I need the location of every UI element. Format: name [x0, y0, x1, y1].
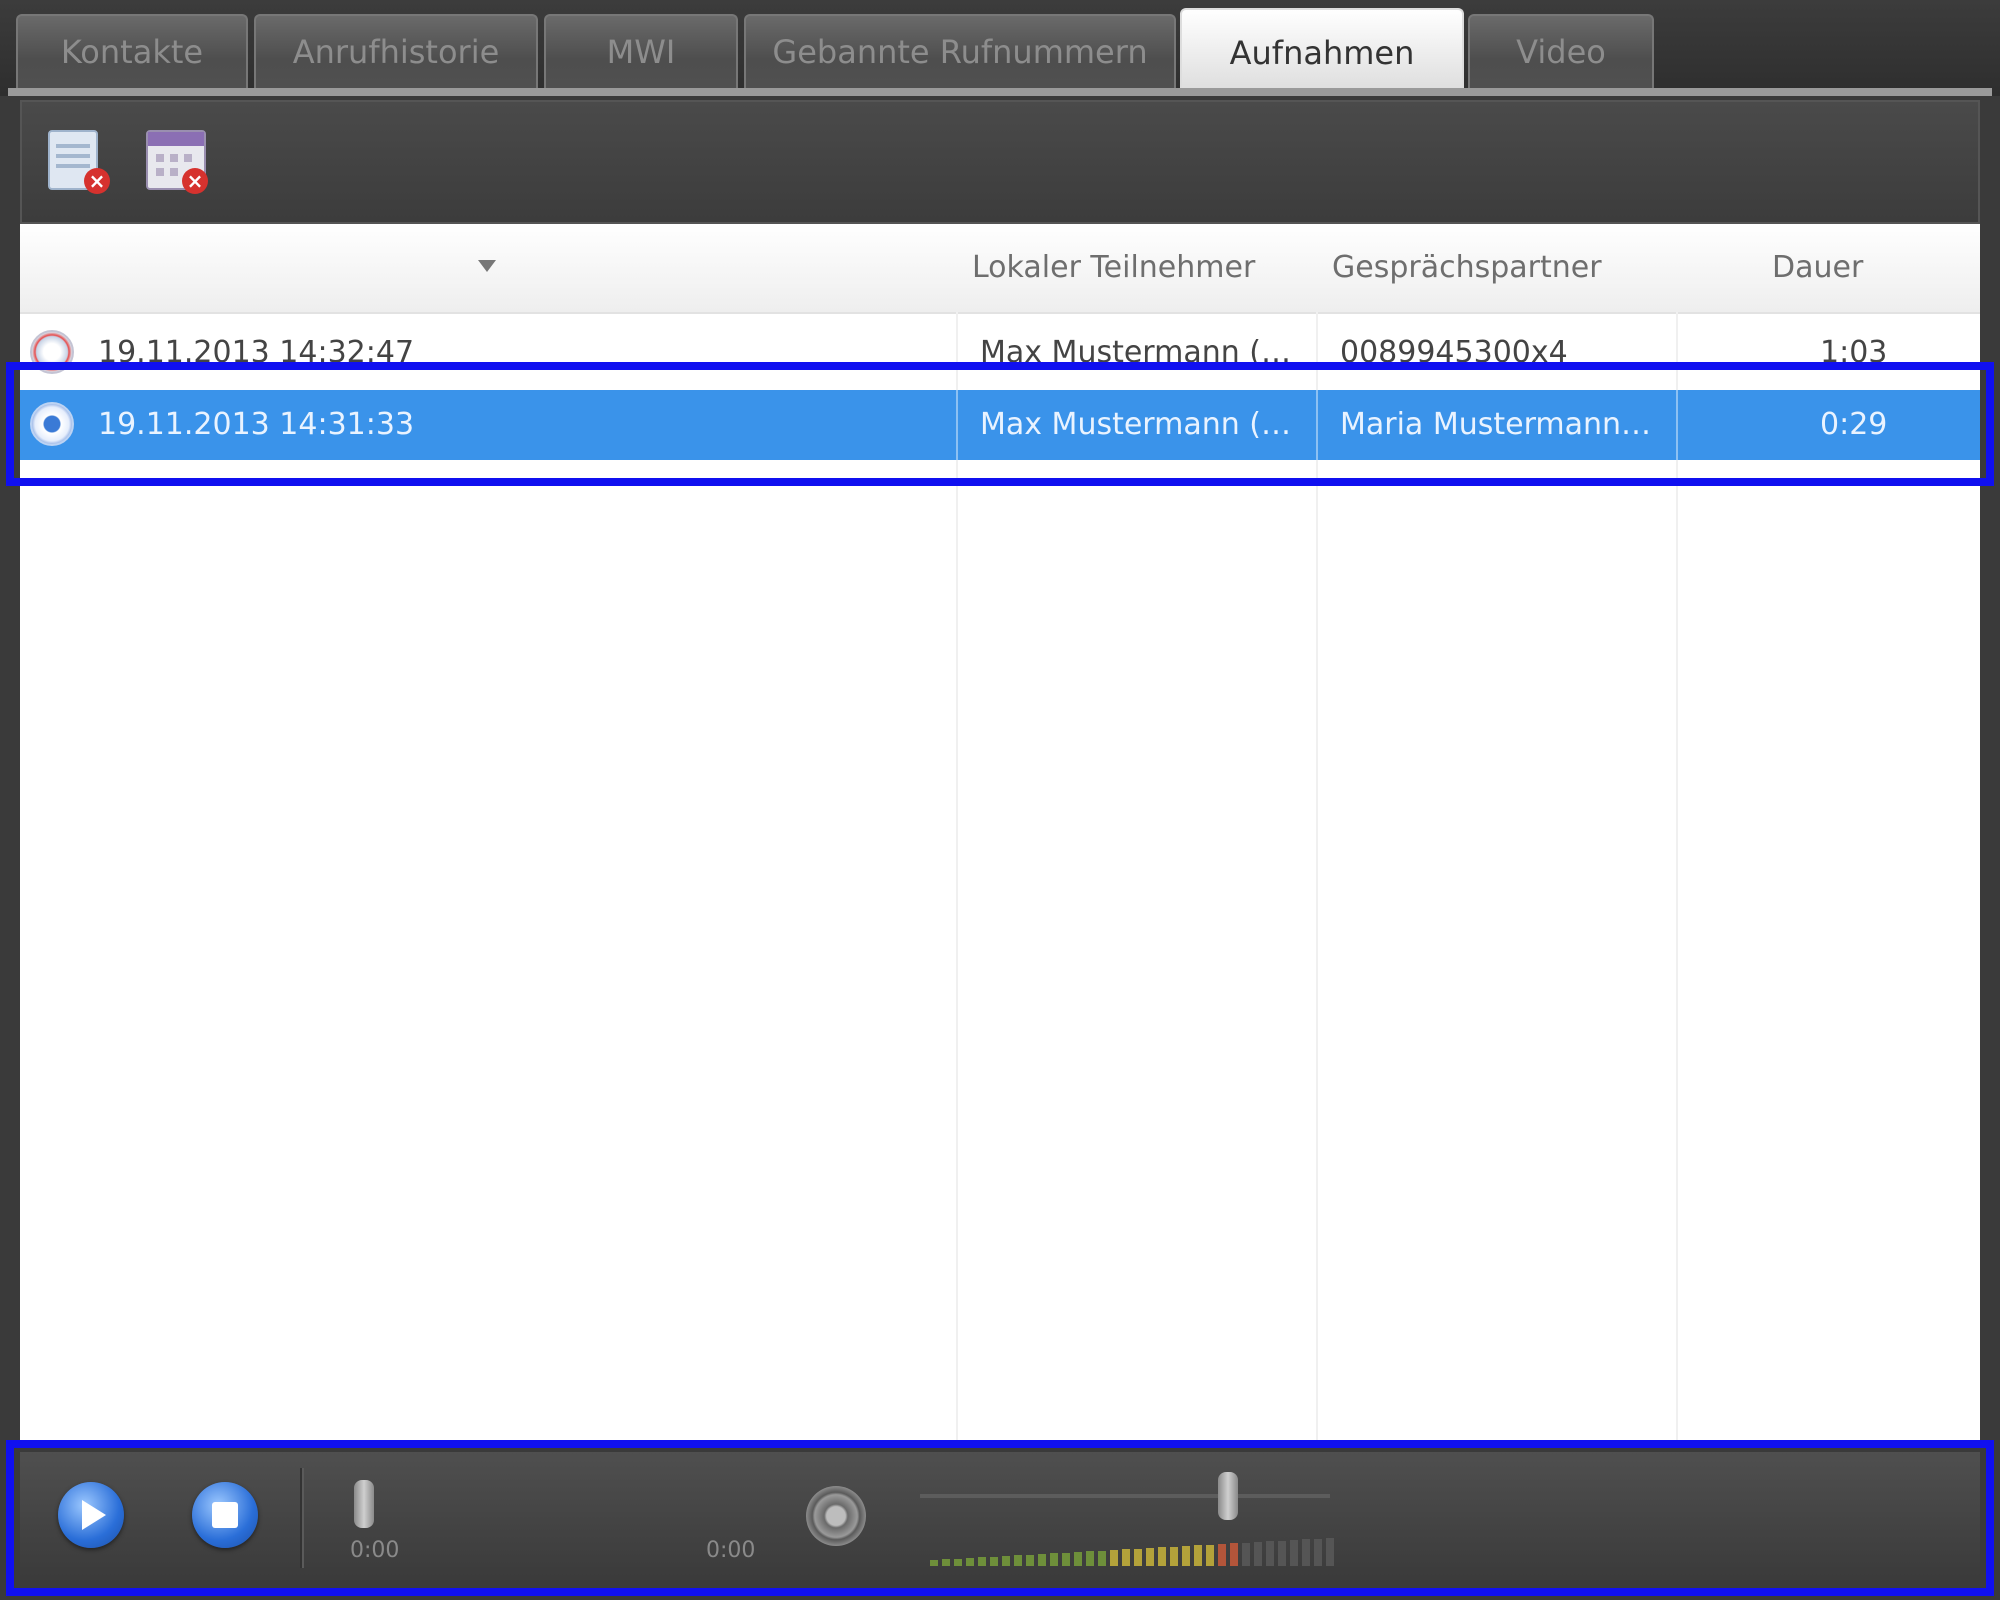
sort-descending-icon: [478, 260, 496, 272]
column-header-duration[interactable]: Dauer: [1772, 224, 1952, 312]
tab-bar: Kontakte Anrufhistorie MWI Gebannte Rufn…: [0, 0, 2000, 96]
tab-anrufhistorie[interactable]: Anrufhistorie: [254, 14, 538, 88]
tab-video[interactable]: Video: [1468, 14, 1654, 88]
column-header-partner[interactable]: Gesprächspartner: [1332, 224, 1672, 312]
delete-badge-icon: ×: [182, 168, 208, 194]
tab-kontakte[interactable]: Kontakte: [16, 14, 248, 88]
toolbar: × ×: [20, 100, 1980, 224]
player-bar-highlight: [6, 1440, 1994, 1596]
tab-gebannte-rufnummern[interactable]: Gebannte Rufnummern: [744, 14, 1176, 88]
tab-mwi[interactable]: MWI: [544, 14, 738, 88]
delete-badge-icon: ×: [84, 168, 110, 194]
tab-aufnahmen[interactable]: Aufnahmen: [1180, 8, 1464, 96]
delete-all-recordings-button[interactable]: ×: [140, 126, 210, 196]
tab-underline: [8, 88, 1992, 96]
column-header-local[interactable]: Lokaler Teilnehmer: [972, 224, 1312, 312]
list-header: Lokaler Teilnehmer Gesprächspartner Daue…: [20, 224, 1980, 314]
delete-recording-button[interactable]: ×: [42, 126, 112, 196]
selected-row-highlight: [6, 362, 1994, 486]
